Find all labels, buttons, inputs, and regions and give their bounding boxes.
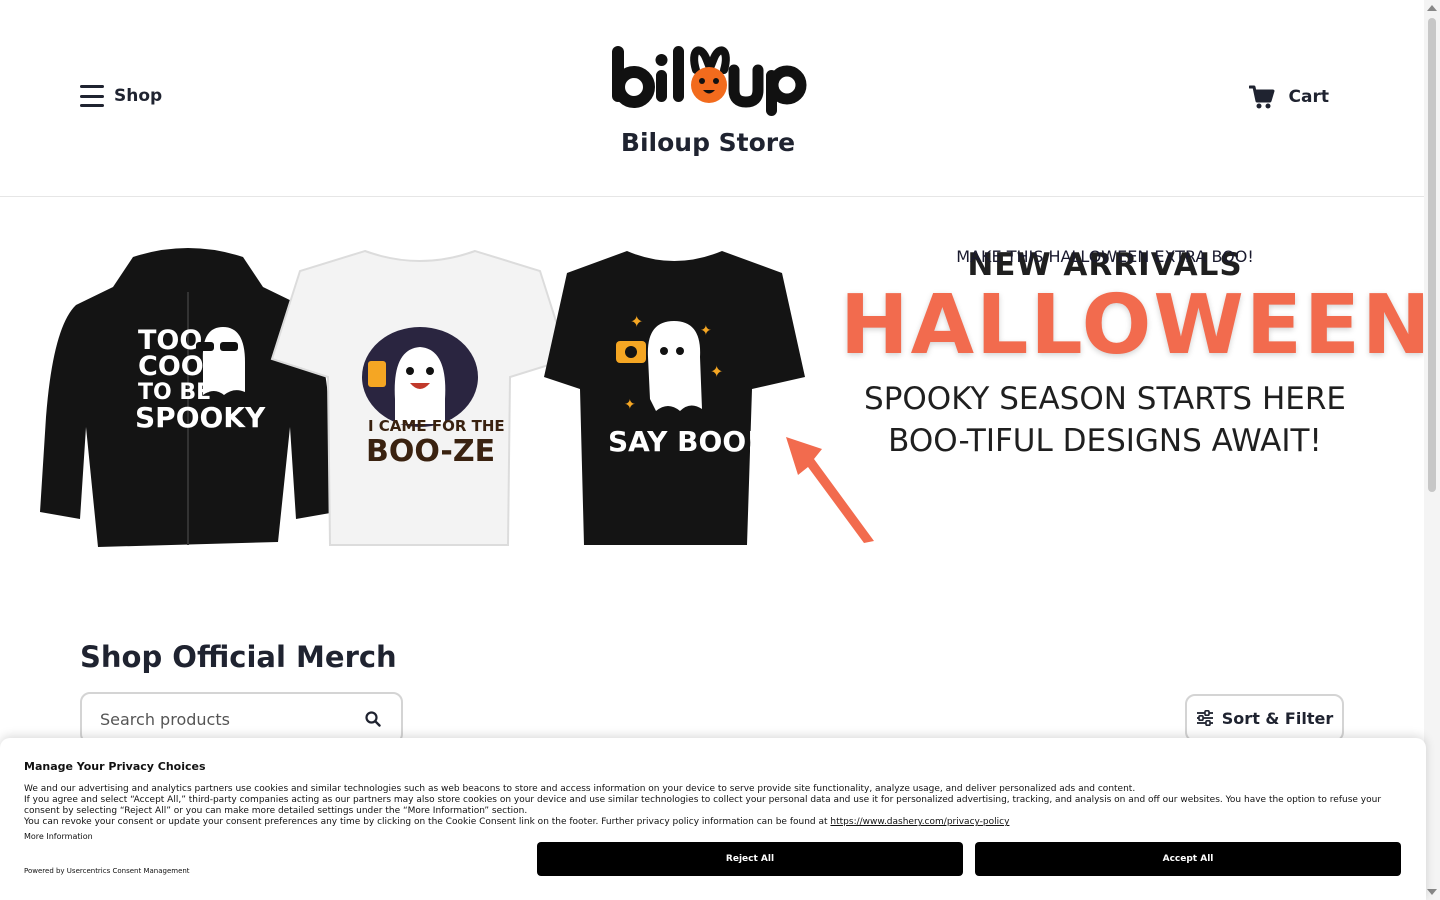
svg-text:BOO-ZE: BOO-ZE <box>366 434 495 469</box>
consent-paragraph-1: We and our advertising and analytics par… <box>24 784 1136 794</box>
biloup-logo[interactable] <box>610 40 810 120</box>
section-title: Shop Official Merch <box>80 640 397 674</box>
arrow-graphic <box>786 437 874 543</box>
svg-text:✦: ✦ <box>630 312 643 331</box>
halloween-headline: HALLOWEEN <box>840 278 1433 373</box>
hamburger-icon <box>80 84 104 108</box>
consent-title: Manage Your Privacy Choices <box>24 760 206 773</box>
black-tshirt-product-image: ✦ ✦ ✦ ✦ SAY BOO! <box>544 251 805 545</box>
reject-all-button[interactable]: Reject All <box>537 842 963 876</box>
shop-menu-button[interactable]: Shop <box>80 84 162 108</box>
cart-button[interactable]: Cart <box>1248 84 1329 110</box>
accept-all-button[interactable]: Accept All <box>975 842 1401 876</box>
cookie-consent-banner: Manage Your Privacy Choices We and our a… <box>0 738 1426 900</box>
sort-filter-label: Sort & Filter <box>1221 708 1334 728</box>
shop-label: Shop <box>114 86 163 106</box>
sort-filter-button[interactable]: Sort & Filter <box>1185 694 1344 742</box>
sliders-icon <box>1196 710 1213 726</box>
promo-cta: MAKE THIS HALLOWEEN EXTRA BOO! <box>956 247 1254 266</box>
svg-text:✦: ✦ <box>710 362 723 381</box>
scrollbar-thumb[interactable] <box>1428 18 1436 492</box>
search-icon[interactable] <box>365 711 381 727</box>
white-tshirt-product-image: I CAME FOR THE BOO-ZE <box>270 249 570 546</box>
privacy-policy-link[interactable]: https://www.dashery.com/privacy-policy <box>830 817 1009 827</box>
svg-text:I CAME FOR THE: I CAME FOR THE <box>368 417 505 435</box>
search-input[interactable] <box>98 706 352 732</box>
consent-text: We and our advertising and analytics par… <box>24 784 1404 828</box>
scroll-up-arrow-icon[interactable] <box>1427 5 1437 11</box>
svg-text:SAY BOO!: SAY BOO! <box>608 425 759 458</box>
consent-paragraph-3-text: You can revoke your consent or update yo… <box>24 817 828 828</box>
search-field[interactable] <box>80 692 403 744</box>
halloween-banner[interactable]: TOO COOL TO BE SPOOKY I CAME FOR THE BOO… <box>0 197 1433 597</box>
store-name: Biloup Store <box>620 128 796 157</box>
consent-paragraph-2: If you agree and select “Accept All,” th… <box>24 795 1382 817</box>
more-information-link[interactable]: More Information <box>24 832 93 841</box>
svg-text:✦: ✦ <box>700 323 712 339</box>
page-scrollbar[interactable] <box>1424 0 1440 900</box>
cart-label: Cart <box>1288 87 1329 107</box>
site-header: Shop Biloup Store Cart <box>0 0 1424 197</box>
promo-line-1: SPOOKY SEASON STARTS HERE <box>864 381 1346 418</box>
svg-text:SPOOKY: SPOOKY <box>135 401 266 434</box>
powered-by-label: Powered by Usercentrics Consent Manageme… <box>24 867 190 875</box>
svg-text:✦: ✦ <box>624 397 636 413</box>
cart-icon <box>1248 85 1275 109</box>
consent-paragraph-3: You can revoke your consent or update yo… <box>24 817 1404 828</box>
promo-text: NEW ARRIVALS HALLOWEEN SPOOKY SEASON STA… <box>840 247 1433 463</box>
scroll-down-arrow-icon[interactable] <box>1427 889 1437 895</box>
promo-line-2: BOO-TIFUL DESIGNS AWAIT! <box>888 422 1322 459</box>
